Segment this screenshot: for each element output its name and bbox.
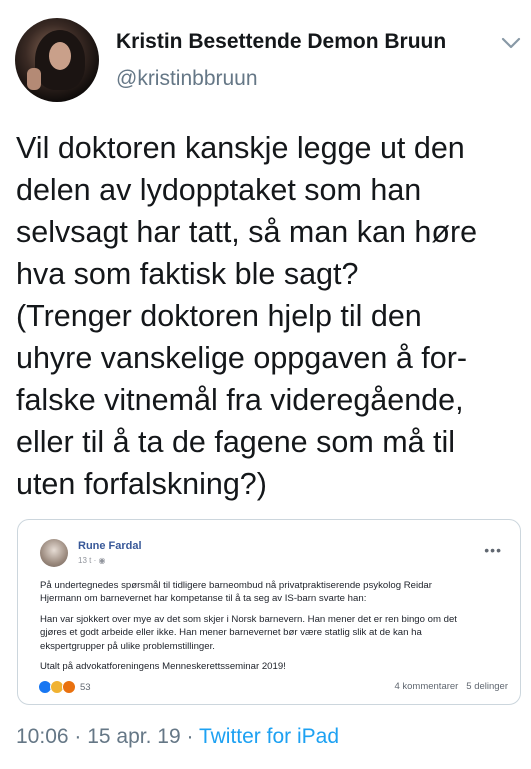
tweet-date[interactable]: 15 apr. 19 xyxy=(87,725,180,748)
sad-reaction-icon xyxy=(62,680,76,694)
embed-line: gjøres et godt arbeide eller ikke. Han m… xyxy=(40,627,422,639)
author-handle[interactable]: @kristinbbruun xyxy=(116,67,258,91)
author-avatar[interactable] xyxy=(15,18,99,102)
embed-line: ekspertgrupper på ulike problemstillinge… xyxy=(40,640,215,652)
footer-separator: · xyxy=(180,725,199,748)
shares-count: 5 delinger xyxy=(466,681,508,692)
reaction-count: 53 xyxy=(80,681,91,693)
embed-line: Han var sjokkert over mye av det som skj… xyxy=(40,613,457,625)
embed-author-avatar xyxy=(40,539,68,567)
footer-separator: · xyxy=(68,725,88,748)
embed-stats: 4 kommentarer 5 delinger xyxy=(394,681,508,692)
tweet-line: selvsagt har tatt, så man kan høre xyxy=(16,215,478,249)
avatar-hand xyxy=(27,68,41,90)
embed-paragraph: På undertegnedes spørsmål til tidligere … xyxy=(40,579,510,606)
comments-count: 4 kommentarer xyxy=(394,681,459,692)
tweet-line: Vil doktoren kanskje legge ut den xyxy=(16,131,465,165)
embed-reactions: 53 xyxy=(38,680,91,694)
tweet-source-link[interactable]: Twitter for iPad xyxy=(199,725,339,748)
tweet-line: delen av lydopptaket som han xyxy=(16,173,422,207)
embed-line: Hjermann om barnevernet har kompetanse t… xyxy=(40,593,367,605)
tweet-line: uten forfalskning?) xyxy=(16,467,267,501)
embed-line: På undertegnedes spørsmål til tidligere … xyxy=(40,580,432,591)
tweet-line: falske vitnemål fra videregående, xyxy=(16,383,464,417)
embed-paragraph: Han var sjokkert over mye av det som skj… xyxy=(40,613,510,653)
tweet-line: eller til å ta de fagene som må til xyxy=(16,425,456,459)
tweet-footer: 10:06 · 15 apr. 19 · Twitter for iPad xyxy=(16,725,339,749)
tweet-line: (Trenger doktoren hjelp til den xyxy=(16,299,422,333)
tweet-line: hva som faktisk ble sagt? xyxy=(16,257,359,291)
avatar-face xyxy=(49,42,71,70)
embedded-image-card[interactable]: Rune Fardal 13 t · ◉ ••• På undertegnede… xyxy=(17,519,521,705)
tweet-time[interactable]: 10:06 xyxy=(16,725,69,748)
embed-line: Utalt på advokatforeningens Menneskerett… xyxy=(40,661,286,673)
author-name[interactable]: Kristin Besettende Demon Bruun xyxy=(116,30,446,54)
embed-author-name: Rune Fardal xyxy=(78,540,142,552)
more-options-icon: ••• xyxy=(484,542,502,558)
embed-paragraph: Utalt på advokatforeningens Menneskerett… xyxy=(40,660,510,673)
tweet-line: uhyre vanskelige oppgaven å for- xyxy=(16,341,468,375)
embed-post-body: På undertegnedes spørsmål til tidligere … xyxy=(40,579,510,680)
embed-post-meta: 13 t · ◉ xyxy=(78,556,106,565)
tweet-text: Vil doktoren kanskje legge ut den delen … xyxy=(16,127,526,505)
chevron-down-icon[interactable] xyxy=(500,36,522,50)
